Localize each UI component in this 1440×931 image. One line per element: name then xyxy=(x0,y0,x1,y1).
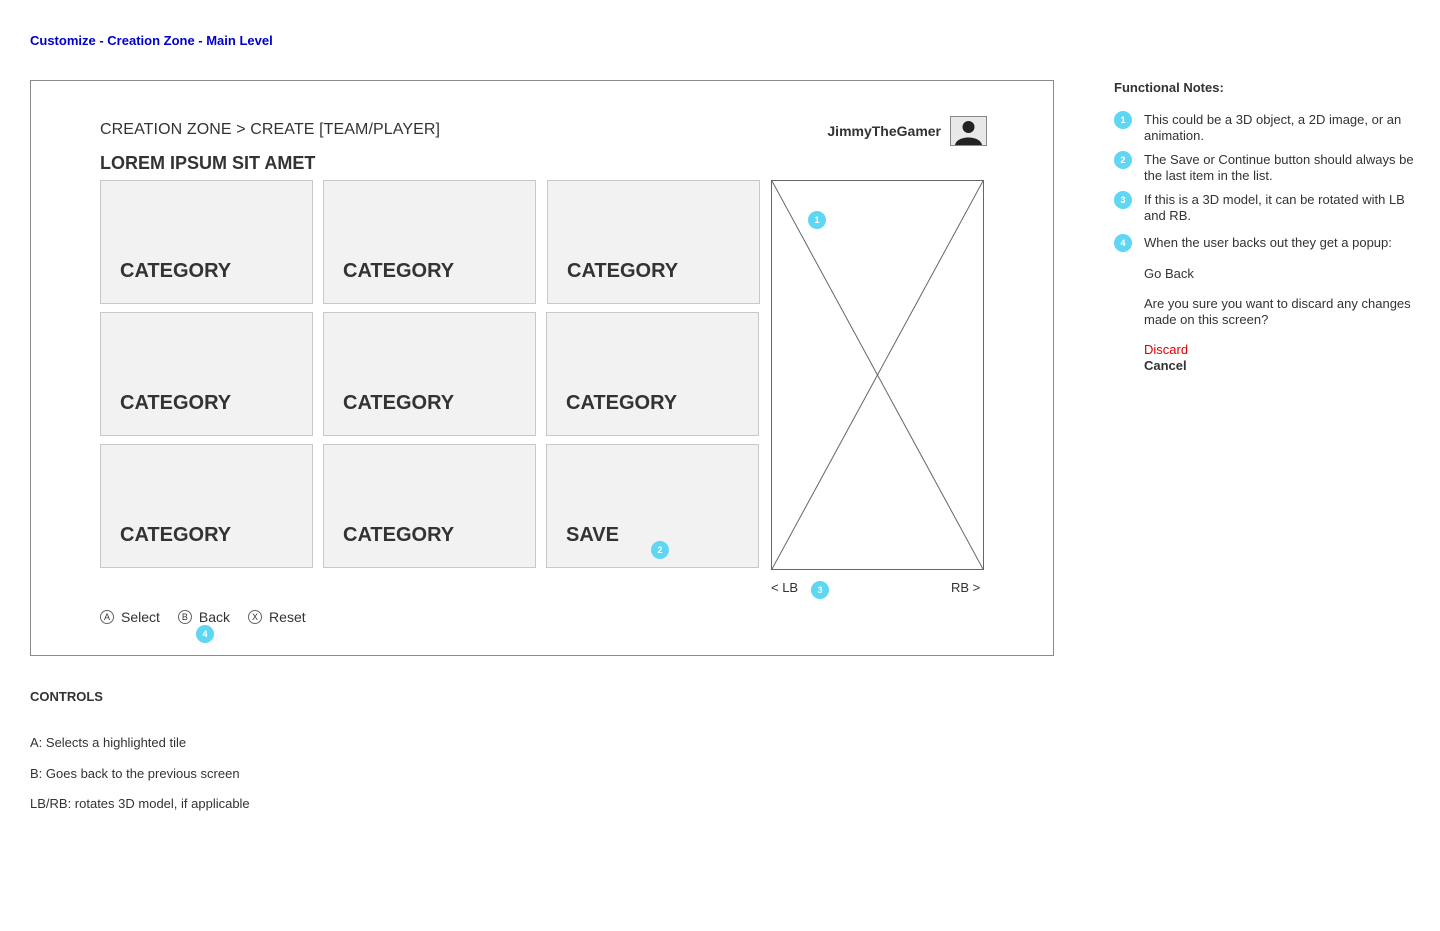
tile-label: CATEGORY xyxy=(343,260,455,282)
popup-title: Go Back xyxy=(1144,266,1194,281)
tile-label: CATEGORY xyxy=(120,524,232,546)
username: JimmyTheGamer xyxy=(827,123,941,139)
control-description: B: Goes back to the previous screen xyxy=(30,766,240,781)
page-title: Customize - Creation Zone - Main Level xyxy=(30,33,273,48)
screen-frame: CREATION ZONE > CREATE [TEAM/PLAYER] LOR… xyxy=(30,80,1054,656)
note-text: When the user backs out they get a popup… xyxy=(1144,235,1392,250)
tile-label: CATEGORY xyxy=(120,392,232,414)
control-label: Reset xyxy=(269,609,306,625)
control-label: Select xyxy=(121,609,160,625)
category-tile[interactable]: CATEGORY xyxy=(547,180,760,304)
category-tile[interactable]: CATEGORY xyxy=(323,444,536,568)
select-control[interactable]: A Select xyxy=(100,609,160,625)
popup-discard-option: Discard xyxy=(1144,342,1189,357)
rotate-left-lb[interactable]: < LB xyxy=(771,580,798,595)
notes-title: Functional Notes: xyxy=(1114,80,1224,95)
popup-message: Are you sure you want to discard any cha… xyxy=(1144,296,1411,327)
category-tile[interactable]: CATEGORY xyxy=(100,312,313,436)
a-button-icon: A xyxy=(100,610,114,624)
control-label: Back xyxy=(198,609,231,625)
control-description: LB/RB: rotates 3D model, if applicable xyxy=(30,796,250,811)
tile-label: CATEGORY xyxy=(343,524,455,546)
b-button-icon: B xyxy=(177,610,192,624)
note-marker-2: 2 xyxy=(1114,151,1132,169)
note-marker-4: 4 xyxy=(1114,234,1132,252)
annotation-marker-1: 1 xyxy=(808,211,826,229)
avatar[interactable] xyxy=(950,116,987,146)
back-control[interactable]: B Back xyxy=(177,609,231,625)
controller-hints: A Select B Back X Reset xyxy=(100,609,324,625)
user-silhouette-icon xyxy=(951,117,986,145)
note-text: The Save or Continue button should alway… xyxy=(1144,152,1414,183)
control-description: A: Selects a highlighted tile xyxy=(30,735,187,750)
note-marker-3: 3 xyxy=(1114,191,1132,209)
category-tile[interactable]: CATEGORY xyxy=(546,312,759,436)
category-tile[interactable]: CATEGORY xyxy=(100,180,313,304)
screen-heading: LOREM IPSUM SIT AMET xyxy=(100,153,316,173)
tile-label: CATEGORY xyxy=(343,392,455,414)
note-text: This could be a 3D object, a 2D image, o… xyxy=(1144,112,1402,143)
popup-cancel-option: Cancel xyxy=(1144,358,1187,373)
note-marker-1: 1 xyxy=(1114,111,1132,129)
rotate-right-rb[interactable]: RB > xyxy=(951,580,980,595)
category-tile[interactable]: CATEGORY xyxy=(100,444,313,568)
model-preview[interactable] xyxy=(771,180,984,570)
breadcrumb: CREATION ZONE > CREATE [TEAM/PLAYER] xyxy=(100,121,441,138)
tile-label: CATEGORY xyxy=(566,392,678,414)
annotation-marker-2: 2 xyxy=(651,541,669,559)
controls-title: CONTROLS xyxy=(30,689,103,704)
x-button-icon: X xyxy=(248,610,263,624)
tile-label: CATEGORY xyxy=(567,260,679,282)
category-tile[interactable]: CATEGORY xyxy=(323,312,536,436)
note-text: If this is a 3D model, it can be rotated… xyxy=(1144,192,1405,223)
category-tile[interactable]: CATEGORY xyxy=(323,180,536,304)
annotation-marker-3: 3 xyxy=(811,581,829,599)
reset-control[interactable]: X Reset xyxy=(248,609,306,625)
tile-label: CATEGORY xyxy=(120,260,232,282)
annotation-marker-4: 4 xyxy=(196,625,214,643)
save-label: SAVE xyxy=(566,524,619,546)
image-placeholder-icon xyxy=(771,180,984,570)
